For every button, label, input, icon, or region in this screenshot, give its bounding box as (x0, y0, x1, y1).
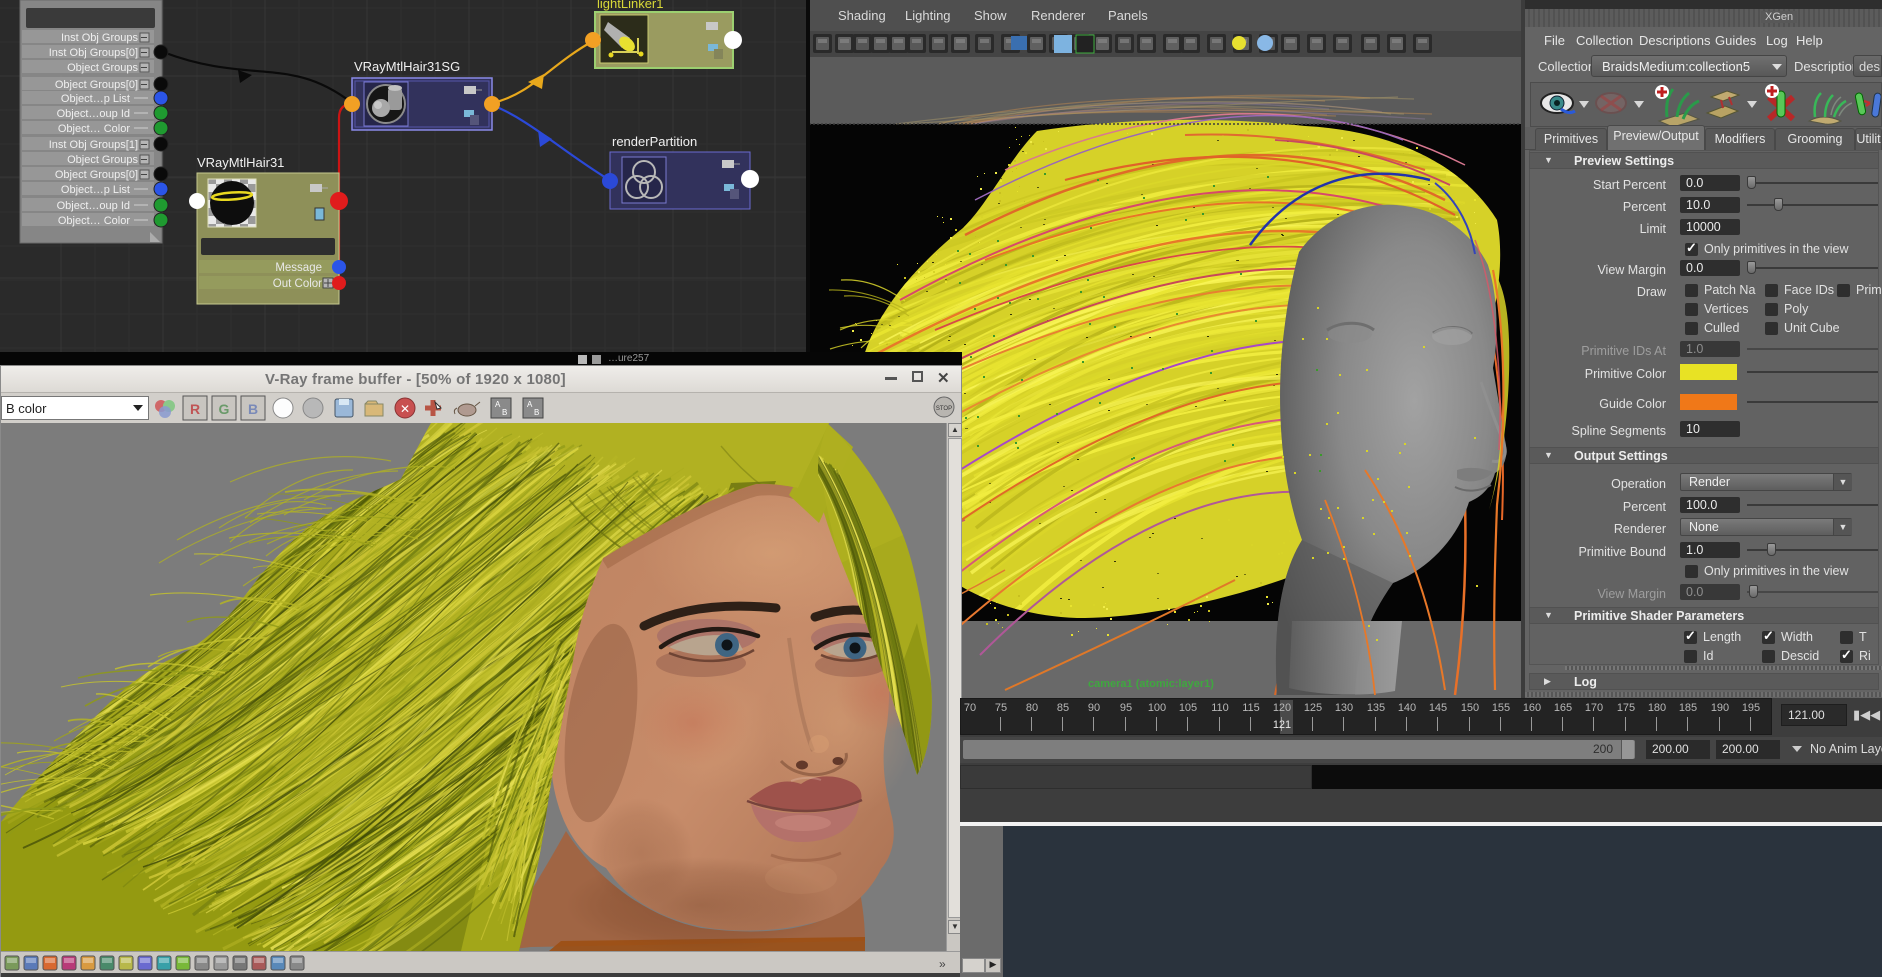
svg-text:Object…oup Id: Object…oup Id (57, 108, 130, 120)
svg-text:Object… Color: Object… Color (58, 123, 130, 135)
svg-text:»: » (939, 957, 946, 971)
svg-text:✕: ✕ (400, 402, 410, 416)
svg-text:Message: Message (275, 262, 322, 274)
svg-text:B: B (502, 408, 507, 417)
svg-text:STOP: STOP (936, 406, 952, 412)
svg-text:R: R (190, 401, 200, 417)
svg-text:Object Groups[0]: Object Groups[0] (55, 79, 138, 91)
svg-text:Object…oup Id: Object…oup Id (57, 200, 130, 212)
svg-text:Object… Color: Object… Color (58, 215, 130, 227)
svg-text:Show: Show (974, 8, 1007, 23)
svg-text:Renderer: Renderer (1031, 8, 1086, 23)
svg-text:lightLinker1: lightLinker1 (597, 0, 664, 11)
svg-text:VRayMtlHair31: VRayMtlHair31 (197, 155, 284, 170)
svg-text:Object…p List: Object…p List (61, 93, 130, 105)
svg-text:Object…p List: Object…p List (61, 184, 130, 196)
svg-text:Inst Obj Groups[0]: Inst Obj Groups[0] (49, 47, 138, 59)
svg-text:Out Color: Out Color (273, 278, 322, 290)
svg-text:Panels: Panels (1108, 8, 1148, 23)
svg-text:Shading: Shading (838, 8, 886, 23)
svg-text:A: A (527, 400, 533, 409)
svg-text:G: G (219, 401, 230, 417)
svg-text:B: B (248, 401, 258, 417)
svg-text:camera1 (atomic:layer1): camera1 (atomic:layer1) (1088, 678, 1214, 690)
svg-text:Object Groups: Object Groups (67, 154, 138, 166)
svg-text:Object Groups: Object Groups (67, 62, 138, 74)
svg-text:B: B (534, 408, 539, 417)
svg-text:Lighting: Lighting (905, 8, 951, 23)
svg-text:Object Groups[0]: Object Groups[0] (55, 169, 138, 181)
svg-text:Inst Obj Groups[1]: Inst Obj Groups[1] (49, 139, 138, 151)
svg-text:A: A (495, 400, 501, 409)
svg-text:VRayMtlHair31SG: VRayMtlHair31SG (354, 59, 460, 74)
svg-text:Inst Obj Groups: Inst Obj Groups (61, 32, 139, 44)
svg-text:renderPartition: renderPartition (612, 134, 697, 149)
